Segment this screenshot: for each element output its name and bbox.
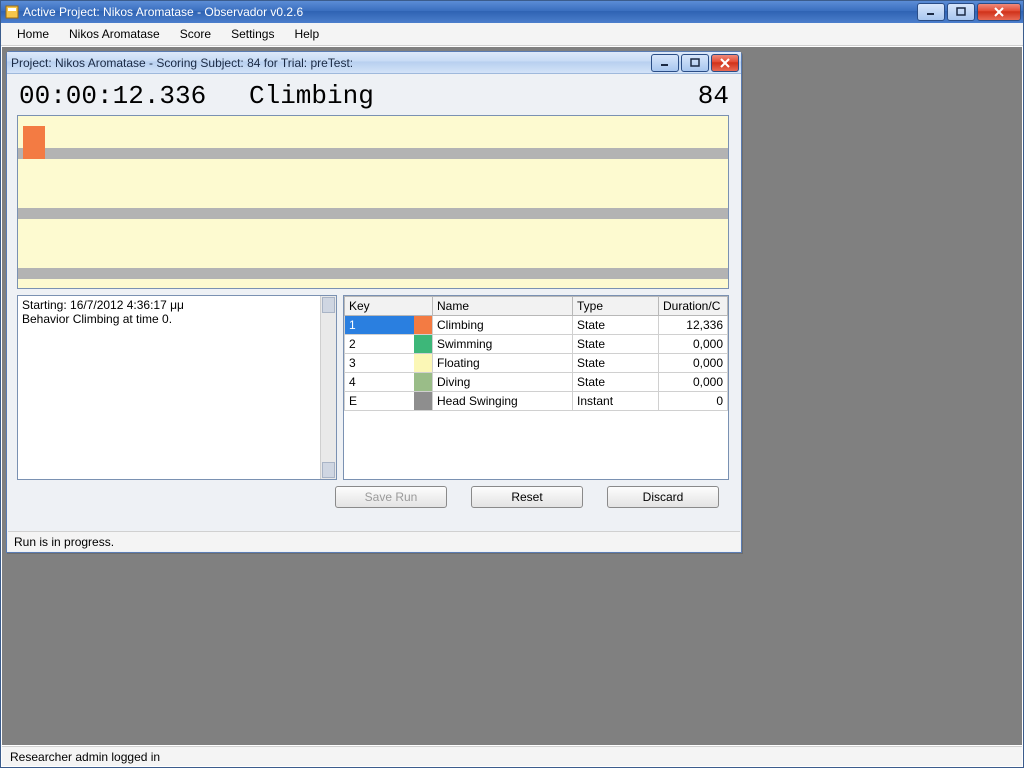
type-cell: State	[573, 373, 659, 392]
app-icon	[5, 5, 19, 19]
key-cell[interactable]: 1	[345, 316, 433, 335]
statusbar-text: Researcher admin logged in	[10, 750, 160, 764]
timer-display: 00:00:12.336	[19, 81, 249, 111]
scoring-window-controls	[651, 54, 739, 72]
duration-cell: 0	[659, 392, 728, 411]
col-type[interactable]: Type	[573, 297, 659, 316]
timeline-track	[18, 208, 728, 219]
color-chip	[414, 354, 432, 372]
scoring-title-text: Project: Nikos Aromatase - Scoring Subje…	[11, 56, 651, 70]
type-cell: State	[573, 354, 659, 373]
scroll-down-icon[interactable]	[322, 462, 335, 478]
timeline-track	[18, 268, 728, 279]
app-statusbar: Researcher admin logged in	[2, 746, 1022, 766]
name-cell: Climbing	[433, 316, 573, 335]
key-cell[interactable]: 2	[345, 335, 433, 354]
scoring-status: Run is in progress.	[8, 531, 740, 551]
menu-help[interactable]: Help	[286, 25, 327, 43]
table-row[interactable]: 1ClimbingState12,336	[345, 316, 728, 335]
name-cell: Floating	[433, 354, 573, 373]
color-chip	[414, 316, 432, 334]
minimize-button[interactable]	[917, 3, 945, 21]
duration-cell: 0,000	[659, 354, 728, 373]
col-key[interactable]: Key	[345, 297, 433, 316]
color-chip	[414, 373, 432, 391]
table-header-row: Key Name Type Duration/C	[345, 297, 728, 316]
event-log[interactable]: Starting: 16/7/2012 4:36:17 μμ Behavior …	[17, 295, 337, 480]
col-duration[interactable]: Duration/C	[659, 297, 728, 316]
table-row[interactable]: 3FloatingState0,000	[345, 354, 728, 373]
scoring-status-text: Run is in progress.	[14, 535, 114, 549]
scoring-window: Project: Nikos Aromatase - Scoring Subje…	[6, 51, 742, 553]
current-behavior-display: Climbing	[249, 81, 669, 111]
scoring-titlebar[interactable]: Project: Nikos Aromatase - Scoring Subje…	[7, 52, 741, 74]
scoring-body: 00:00:12.336 Climbing 84 Starting: 16/7/…	[7, 74, 741, 508]
type-cell: State	[573, 335, 659, 354]
menu-home[interactable]: Home	[9, 25, 57, 43]
table-row[interactable]: EHead SwingingInstant0	[345, 392, 728, 411]
name-cell: Head Swinging	[433, 392, 573, 411]
key-cell[interactable]: E	[345, 392, 433, 411]
close-button[interactable]	[977, 3, 1021, 21]
table-row[interactable]: 4DivingState0,000	[345, 373, 728, 392]
duration-cell: 0,000	[659, 335, 728, 354]
duration-cell: 0,000	[659, 373, 728, 392]
menubar: Home Nikos Aromatase Score Settings Help	[1, 23, 1023, 46]
color-chip	[414, 392, 432, 410]
button-row: Save Run Reset Discard	[17, 480, 731, 508]
name-cell: Diving	[433, 373, 573, 392]
timeline-event-block[interactable]	[23, 126, 45, 159]
menu-settings[interactable]: Settings	[223, 25, 282, 43]
menu-score[interactable]: Score	[172, 25, 219, 43]
log-scrollbar[interactable]	[320, 296, 336, 479]
mdi-client-area: Project: Nikos Aromatase - Scoring Subje…	[2, 47, 1022, 745]
outer-titlebar[interactable]: Active Project: Nikos Aromatase - Observ…	[1, 1, 1023, 23]
subject-id-display: 84	[669, 81, 729, 111]
scoring-maximize-button[interactable]	[681, 54, 709, 72]
outer-window-controls	[917, 3, 1021, 21]
maximize-button[interactable]	[947, 3, 975, 21]
app-window: Active Project: Nikos Aromatase - Observ…	[0, 0, 1024, 768]
top-readout: 00:00:12.336 Climbing 84	[17, 79, 731, 115]
table-row[interactable]: 2SwimmingState0,000	[345, 335, 728, 354]
timeline-panel[interactable]	[17, 115, 729, 289]
type-cell: State	[573, 316, 659, 335]
outer-title-text: Active Project: Nikos Aromatase - Observ…	[23, 5, 917, 19]
menu-project[interactable]: Nikos Aromatase	[61, 25, 168, 43]
scroll-up-icon[interactable]	[322, 297, 335, 313]
key-cell[interactable]: 4	[345, 373, 433, 392]
duration-cell: 12,336	[659, 316, 728, 335]
save-run-button[interactable]: Save Run	[335, 486, 447, 508]
behavior-table[interactable]: Key Name Type Duration/C 1ClimbingState1…	[343, 295, 729, 480]
reset-button[interactable]: Reset	[471, 486, 583, 508]
discard-button[interactable]: Discard	[607, 486, 719, 508]
log-line: Starting: 16/7/2012 4:36:17 μμ	[22, 298, 332, 312]
color-chip	[414, 335, 432, 353]
name-cell: Swimming	[433, 335, 573, 354]
scoring-close-button[interactable]	[711, 54, 739, 72]
scoring-minimize-button[interactable]	[651, 54, 679, 72]
timeline-track	[18, 148, 728, 159]
key-cell[interactable]: 3	[345, 354, 433, 373]
col-name[interactable]: Name	[433, 297, 573, 316]
log-line: Behavior Climbing at time 0.	[22, 312, 332, 326]
type-cell: Instant	[573, 392, 659, 411]
